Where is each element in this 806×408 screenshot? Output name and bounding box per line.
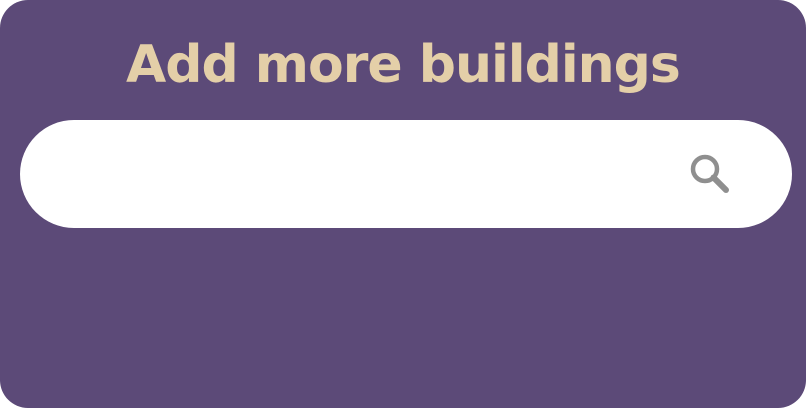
search-bar[interactable] <box>20 120 792 228</box>
search-icon[interactable] <box>688 152 732 196</box>
panel-title: Add more buildings <box>126 35 681 95</box>
search-input[interactable] <box>64 144 664 204</box>
add-buildings-panel: Add more buildings <box>0 0 806 408</box>
